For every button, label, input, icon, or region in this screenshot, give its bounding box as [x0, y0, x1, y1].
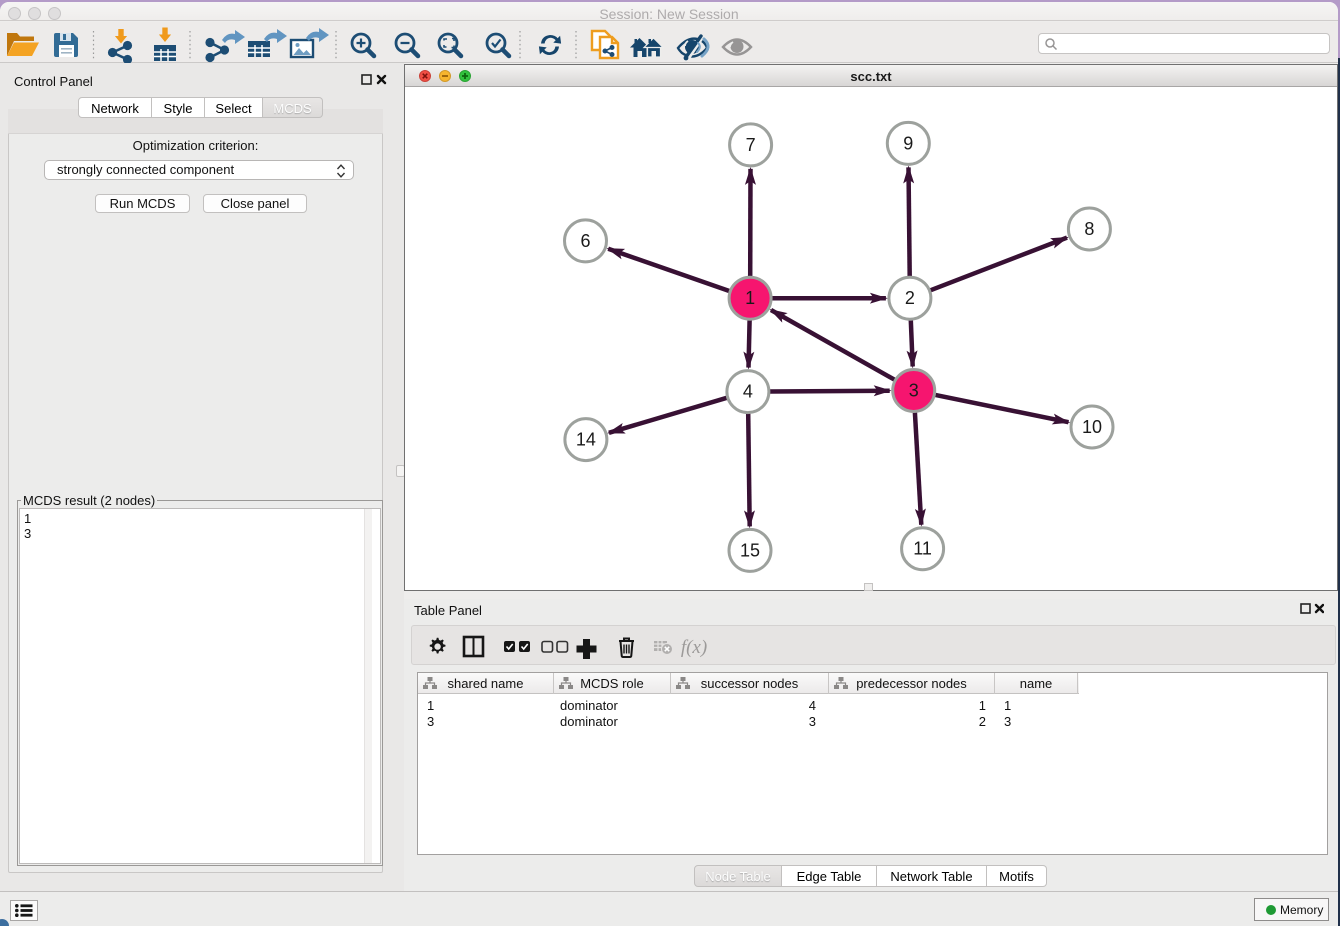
svg-text:14: 14 [576, 430, 596, 450]
svg-text:8: 8 [1084, 219, 1094, 239]
svg-text:f(x): f(x) [681, 637, 707, 658]
svg-text:1: 1 [745, 288, 755, 308]
svg-text:6: 6 [580, 231, 590, 251]
svg-text:15: 15 [740, 540, 760, 560]
svg-text:9: 9 [903, 133, 913, 153]
svg-text:3: 3 [909, 381, 919, 401]
svg-text:10: 10 [1082, 417, 1102, 437]
svg-text:2: 2 [905, 288, 915, 308]
svg-text:7: 7 [746, 135, 756, 155]
svg-text:11: 11 [913, 539, 932, 559]
svg-text:4: 4 [743, 382, 753, 402]
